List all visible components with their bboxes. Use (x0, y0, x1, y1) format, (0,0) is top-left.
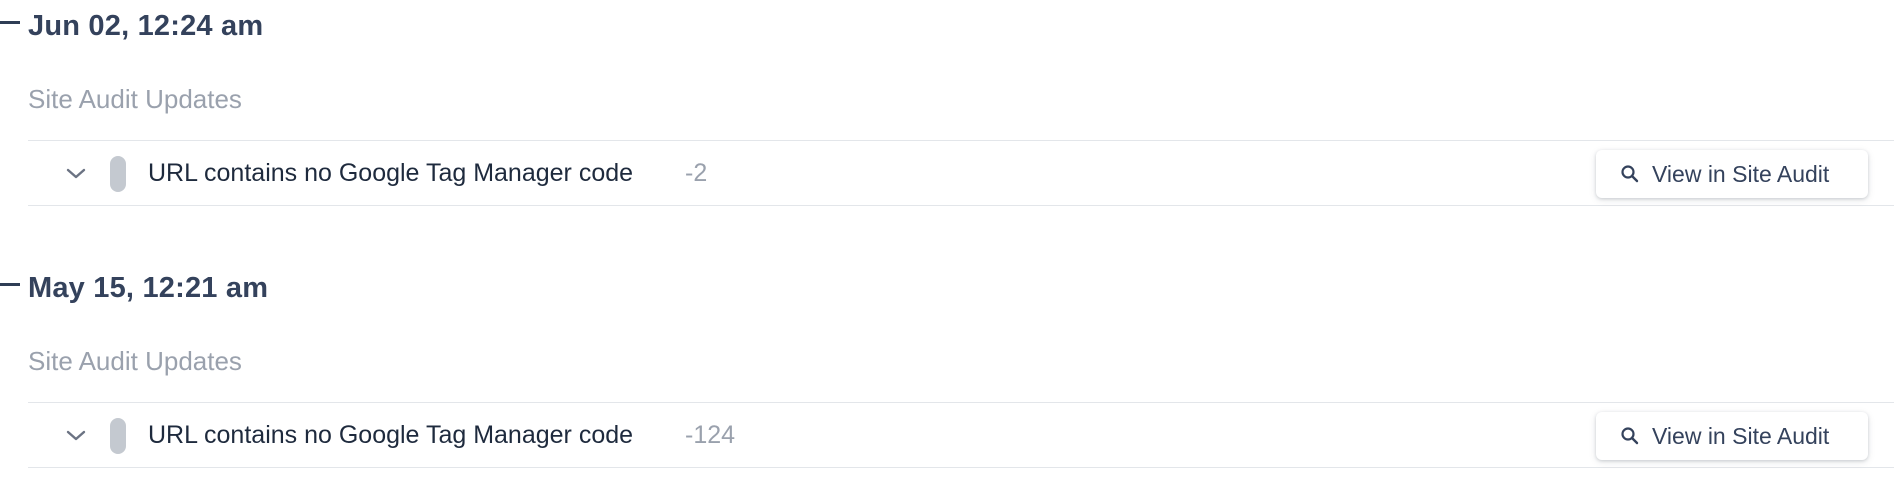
section-label: Site Audit Updates (28, 346, 242, 376)
status-indicator (110, 156, 126, 192)
search-icon (1620, 164, 1640, 184)
view-in-site-audit-button[interactable]: View in Site Audit (1596, 150, 1868, 198)
chevron-down-icon[interactable] (62, 159, 90, 187)
view-in-site-audit-button[interactable]: View in Site Audit (1596, 412, 1868, 460)
issue-title: URL contains no Google Tag Manager code (148, 159, 634, 187)
issue-row[interactable]: URL contains no Google Tag Manager code … (28, 402, 1894, 468)
issue-delta: -124 (685, 421, 736, 449)
search-icon (1620, 426, 1640, 446)
issue-row[interactable]: URL contains no Google Tag Manager code … (28, 140, 1894, 206)
timeline-marker (0, 21, 20, 24)
issue-title: URL contains no Google Tag Manager code (148, 421, 634, 449)
entry-date: May 15, 12:21 am (28, 272, 269, 304)
timeline-marker (0, 283, 20, 286)
button-label: View in Site Audit (1652, 160, 1830, 187)
entry-date: Jun 02, 12:24 am (28, 10, 264, 42)
chevron-down-icon[interactable] (62, 421, 90, 449)
button-label: View in Site Audit (1652, 422, 1830, 449)
status-indicator (110, 418, 126, 454)
timeline: Jun 02, 12:24 am Site Audit Updates URL … (0, 0, 1904, 496)
section-label: Site Audit Updates (28, 84, 242, 114)
issue-delta: -2 (685, 159, 708, 187)
